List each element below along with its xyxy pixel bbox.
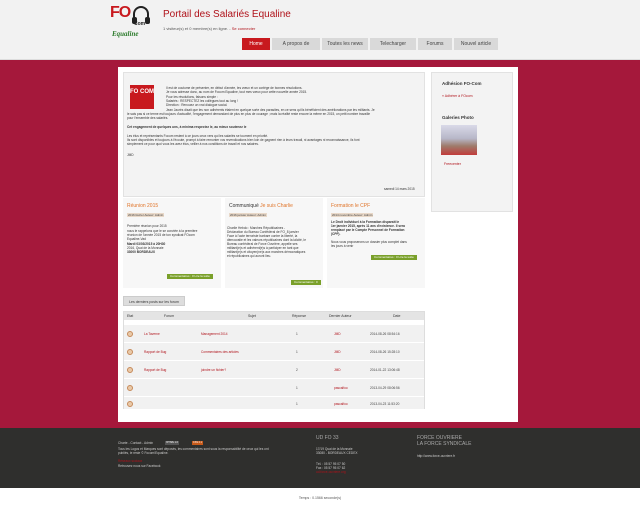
ud-fo-site-link[interactable]: ud.force-ouvriere.org: [316, 470, 346, 474]
nav-nouvel-article[interactable]: Nouvel article: [454, 38, 498, 50]
table-row[interactable]: 1 pascalfoo 2013-04-23 11:53:20: [124, 396, 424, 409]
xhtml-badge[interactable]: XHTML 1.0: [165, 441, 180, 445]
news-column-charlie: Communiqué Je suis Charlie 2016 janvier …: [225, 198, 323, 288]
site-header: FO Com Equaline Portail des Salariés Equ…: [0, 0, 640, 60]
nav-telecharger[interactable]: Telecharger: [370, 38, 416, 50]
facebook-link[interactable]: Retrouvez nous sur Facebook: [118, 464, 161, 468]
intro-signature: JMD: [127, 153, 134, 157]
gallery-caption[interactable]: Freecenter: [444, 162, 461, 166]
fo-title-2: LA FORCE SYNDICALE: [417, 441, 472, 447]
news-meta: 2016 janvier Auteur: Admin: [229, 213, 267, 217]
table-row[interactable]: La Taverne Management 2014 1 JMD 2014-08…: [124, 324, 424, 342]
footer-links[interactable]: Charte - Contact - Admin: [118, 441, 153, 445]
site-footer: Charte - Contact - Admin XHTML 1.0 CSS 2…: [0, 428, 640, 488]
topic-status-icon: [127, 349, 133, 355]
page-timing: Temps : 0.1566 seconde(s): [298, 496, 342, 500]
read-more-button[interactable]: Commentaires : 0 Lire la suite: [371, 255, 417, 260]
read-more-button[interactable]: Commentaires : 0 Lire la suite: [167, 274, 213, 279]
table-row[interactable]: Rapport de Bug joindre un fichier? 2 JMD…: [124, 360, 424, 378]
gallery-photo[interactable]: [441, 125, 477, 155]
fo-website-link[interactable]: http://www.force-ouvriere.fr: [417, 454, 455, 458]
logo-fo-text: FO: [110, 4, 131, 21]
login-link[interactable]: Se connecter: [232, 26, 256, 31]
topic-status-icon: [127, 331, 133, 337]
latest-forum-posts-button[interactable]: Les derniers posts sur les forum: [123, 296, 185, 306]
intro-date: samedi 14 mars 2015: [384, 187, 415, 191]
news-title[interactable]: Réunion 2015: [127, 203, 158, 209]
focom-logo: FO COM: [130, 85, 154, 109]
comments-button[interactable]: Commentaires : 0: [291, 280, 321, 285]
topic-status-icon: [127, 385, 133, 391]
news-title[interactable]: Formation: [331, 203, 354, 209]
table-row[interactable]: Rapport de Bug Commentaires des articles…: [124, 342, 424, 360]
topic-status-icon: [127, 401, 133, 407]
news-column-reunion: Réunion 2015 2016 février Auteur: Admin …: [123, 198, 221, 288]
online-status: 1 visiteur(s) et 0 membre(s) en ligne. -…: [163, 26, 256, 31]
gallery-title: Galeries Photo: [442, 115, 474, 120]
main-nav: Home A propos de Toutes les news Telecha…: [242, 38, 500, 50]
news-column-formation: Formation le CPF 2014 novembre Auteur: A…: [327, 198, 425, 288]
forum-table-header: Etat Forum Sujet Réponse Dernier Auteur …: [124, 312, 424, 320]
ud-fo-title: UD FO 33: [316, 435, 339, 441]
topic-status-icon: [127, 367, 133, 373]
adhesion-link[interactable]: » Adhérer à FOcom: [442, 94, 473, 98]
intro-article: FO COM Il est de coutume de présenter, e…: [123, 72, 425, 197]
forum-table: Etat Forum Sujet Réponse Dernier Auteur …: [123, 311, 425, 409]
nav-toutes-les-news[interactable]: Toutes les news: [322, 38, 368, 50]
intro-bold-line: Cet engagement de quelques uns, à minima…: [127, 125, 247, 129]
headphones-icon: [132, 6, 150, 24]
nav-forums[interactable]: Forums: [418, 38, 452, 50]
nav-home[interactable]: Home: [242, 38, 270, 50]
news-meta: 2016 février Auteur: Admin: [127, 213, 165, 217]
logo-equaline-text: Equaline: [112, 30, 139, 38]
logo-com-text: Com: [134, 21, 146, 27]
adhesion-title: Adhésion FO-Com: [442, 81, 482, 86]
news-title[interactable]: Communiqué: [229, 203, 259, 209]
site-logo[interactable]: FO Com Equaline: [110, 4, 154, 38]
social-link[interactable]: Réseaux sociaux: [118, 459, 142, 463]
site-title: Portail des Salariés Equaline: [163, 9, 291, 20]
news-meta: 2014 novembre Auteur: Admin: [331, 213, 374, 217]
nav-a-propos[interactable]: A propos de: [272, 38, 320, 50]
css-badge[interactable]: CSS 2.1: [192, 441, 203, 445]
table-row[interactable]: 1 pascalfoo 2013-04-29 08:06:56: [124, 378, 424, 396]
